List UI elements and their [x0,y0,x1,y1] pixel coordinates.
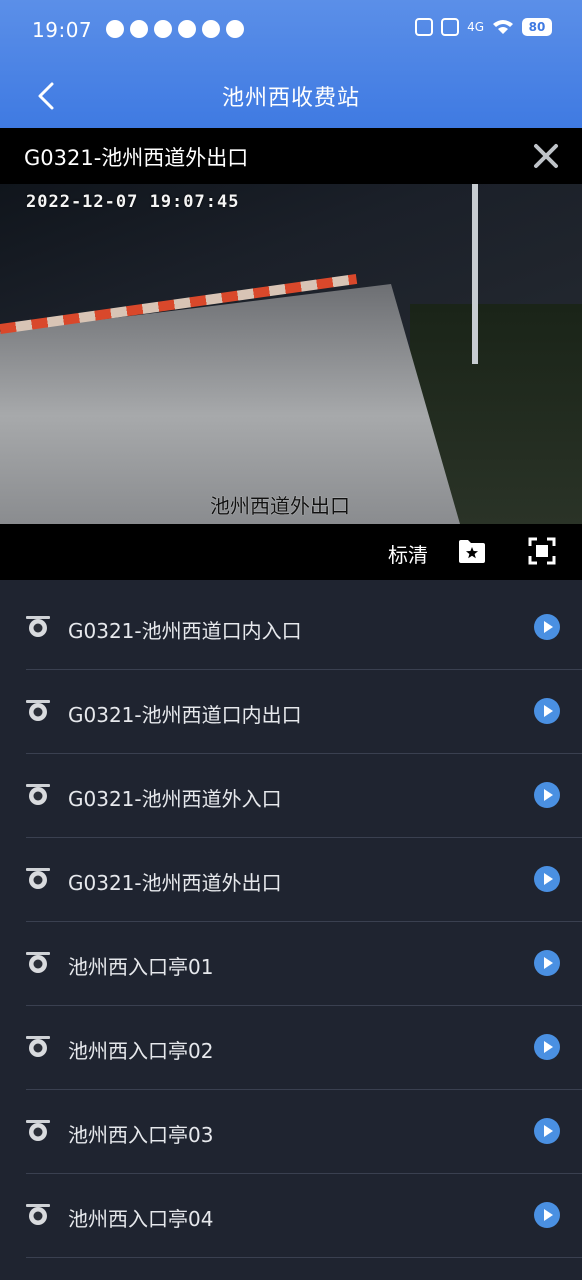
camera-list-item[interactable]: G0321-池州西道外入口 [26,754,582,838]
camera-icon [26,784,50,805]
camera-list-item[interactable]: G0321-池州西道外出口 [26,838,582,922]
camera-name: G0321-池州西道口内入口 [68,619,302,643]
camera-icon [26,616,50,637]
play-icon[interactable] [534,950,560,976]
battery-indicator: 80 [522,18,552,36]
video-player[interactable]: 2022-12-07 19:07:45 池州西道外出口 [0,184,582,524]
camera-list: G0321-池州西道口内入口 G0321-池州西道口内出口 G0321-池州西道… [0,586,582,1258]
close-icon[interactable] [532,142,560,170]
play-icon[interactable] [534,1118,560,1144]
play-icon[interactable] [534,1034,560,1060]
system-icons: 4G 80 [415,18,552,36]
play-icon[interactable] [534,614,560,640]
hd-icon [441,18,460,36]
page-title: 池州西收费站 [221,86,360,111]
mail-icon [178,20,196,38]
camera-icon [26,1120,50,1141]
camera-list-item[interactable]: G0321-池州西道口内出口 [26,670,582,754]
status-time: 19:07 [32,18,93,42]
camera-list-item[interactable]: 池州西入口亭02 [26,1006,582,1090]
alarm-icon [415,18,434,36]
video-scene-pole [472,184,478,364]
camera-icon [26,1204,50,1225]
nav-bar: 池州西收费站 [0,64,582,128]
play-icon[interactable] [534,866,560,892]
camera-name: 池州西入口亭03 [68,1123,214,1147]
player-controls: 标清 [0,524,582,580]
camera-icon [26,1036,50,1057]
play-notification-icon [226,20,244,38]
fullscreen-icon[interactable] [528,537,556,565]
wifi-icon [493,20,513,34]
signal-icon: 4G [467,20,484,34]
camera-icon [26,868,50,889]
camera-name: G0321-池州西道口内出口 [68,703,302,727]
camera-list-item[interactable]: 池州西入口亭04 [26,1174,582,1258]
camera-name: 池州西入口亭04 [68,1207,214,1231]
player-title-bar: G0321-池州西道外出口 [0,128,582,184]
camera-icon [26,952,50,973]
player-title: G0321-池州西道外出口 [24,146,249,170]
phone-icon [154,20,172,38]
camera-name: 池州西入口亭01 [68,955,214,979]
app-header: 19:07 4G 80 池州西收费站 [0,0,582,128]
play-icon[interactable] [534,782,560,808]
status-bar: 19:07 4G 80 [0,0,582,64]
camera-name: G0321-池州西道外出口 [68,871,282,895]
compass-icon [130,20,148,38]
notification-icons [106,20,244,38]
cloud-icon [106,20,124,38]
app-icon [202,20,220,38]
play-icon[interactable] [534,698,560,724]
camera-name: 池州西入口亭02 [68,1039,214,1063]
camera-list-item[interactable]: G0321-池州西道口内入口 [26,586,582,670]
camera-icon [26,700,50,721]
play-icon[interactable] [534,1202,560,1228]
favorite-folder-icon[interactable] [458,538,486,564]
video-timestamp: 2022-12-07 19:07:45 [26,192,240,212]
quality-button[interactable]: 标清 [388,539,428,568]
camera-name: G0321-池州西道外入口 [68,787,282,811]
camera-list-item[interactable]: 池州西入口亭03 [26,1090,582,1174]
video-location-label: 池州西道外出口 [210,494,350,518]
camera-list-item[interactable]: 池州西入口亭01 [26,922,582,1006]
